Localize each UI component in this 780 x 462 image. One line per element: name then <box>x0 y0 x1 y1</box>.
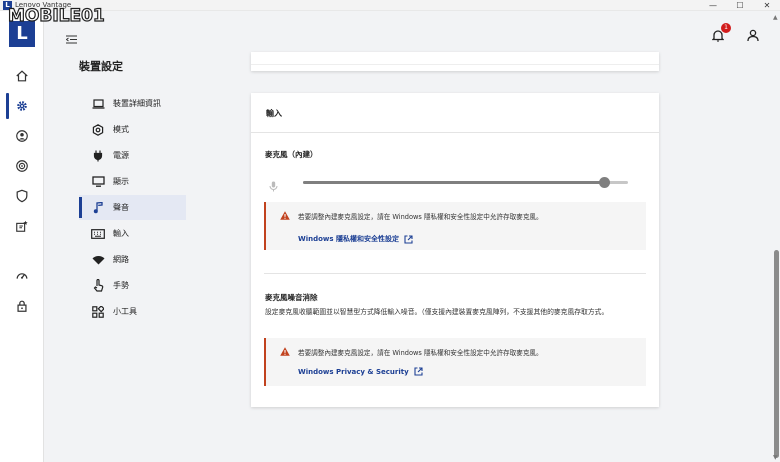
section-divider <box>264 273 646 274</box>
monitor-icon <box>83 176 113 187</box>
privacy-warning-2: 若要調整內建麥克風設定，請在 Windows 隱私權和安全性設定中允許存取麥克風… <box>264 338 646 386</box>
nav-item-label: 電源 <box>113 151 129 160</box>
watermark-logo: MOBILE01 <box>7 5 105 26</box>
nav-item-network[interactable]: 網路 <box>79 247 186 272</box>
microphone-volume-slider[interactable] <box>303 177 628 188</box>
nav-item-device-details[interactable]: 裝置詳細資訊 <box>79 91 186 116</box>
widgets-icon <box>83 305 113 318</box>
card-header: 輸入 <box>251 93 659 133</box>
nav-item-label: 裝置詳細資訊 <box>113 99 161 108</box>
notification-badge: 1 <box>721 23 731 33</box>
nav-item-label: 模式 <box>113 125 129 134</box>
warning-icon <box>280 211 290 220</box>
title-bar: L Lenovo Vantage — ☐ ✕ <box>0 0 780 11</box>
collapse-menu-icon <box>65 35 77 44</box>
plug-icon <box>83 150 113 162</box>
link-label: Windows 隱私權和安全性設定 <box>298 235 399 243</box>
nav-item-label: 聲音 <box>113 203 129 212</box>
page-title: 裝置設定 <box>79 60 123 73</box>
rail-apps[interactable] <box>0 213 44 239</box>
rail-account[interactable] <box>0 123 44 149</box>
scroll-down-arrow[interactable]: ▼ <box>773 454 778 461</box>
slider-thumb[interactable] <box>599 177 611 188</box>
external-link-icon <box>404 234 413 244</box>
nav-item-widgets[interactable]: 小工具 <box>79 299 186 324</box>
previous-card <box>251 52 659 71</box>
nav-item-label: 顯示 <box>113 177 129 186</box>
windows-privacy-security-link[interactable]: Windows Privacy & Security <box>298 367 423 376</box>
card-divider <box>251 64 659 65</box>
keyboard-icon <box>83 228 113 239</box>
nav-item-label: 輸入 <box>113 229 129 238</box>
rail-security[interactable] <box>0 183 44 209</box>
privacy-warning: 若要調整內建麥克風設定，請在 Windows 隱私權和安全性設定中允許存取麥克風… <box>264 202 646 250</box>
warning-text: 若要調整內建麥克風設定，請在 Windows 隱私權和安全性設定中允許存取麥克風… <box>298 349 543 357</box>
wifi-icon <box>83 255 113 265</box>
rail-device-settings[interactable] <box>0 93 44 119</box>
user-icon <box>747 29 759 42</box>
nav-item-label: 網路 <box>113 255 129 264</box>
collapse-menu-button[interactable] <box>65 29 77 48</box>
warning-icon <box>280 347 290 356</box>
nav-item-input[interactable]: 輸入 <box>79 221 186 246</box>
user-circle-icon <box>16 130 28 142</box>
card-title: 輸入 <box>266 109 282 118</box>
scroll-up-arrow[interactable]: ▲ <box>773 14 778 21</box>
warning-text: 若要調整內建麥克風設定，請在 Windows 隱私權和安全性設定中允許存取麥克風… <box>298 213 543 221</box>
input-settings-card: 輸入 麥克風（內建） 若要調整內建麥克風設定，請在 Windows 隱私權和安全… <box>251 93 659 407</box>
noise-cancellation-title: 麥克風噪音消除 <box>265 293 318 302</box>
user-account-button[interactable] <box>747 27 759 46</box>
close-button[interactable]: ✕ <box>760 0 774 11</box>
rail-lock[interactable] <box>0 293 44 319</box>
maximize-button[interactable]: ☐ <box>733 0 747 11</box>
radar-icon <box>16 160 28 172</box>
scrollbar-thumb[interactable] <box>774 250 779 458</box>
nav-item-display[interactable]: 顯示 <box>79 169 186 194</box>
speedometer-icon <box>16 273 28 279</box>
music-note-icon <box>83 201 113 214</box>
rail-dashboard[interactable] <box>0 263 44 289</box>
noise-cancellation-description: 設定麥克風收聽範圍並以智慧型方式降低輸入噪音。（僅支援內建裝置麥克風陣列，不支援… <box>265 308 609 316</box>
rail-home[interactable] <box>0 63 44 89</box>
nav-item-label: 小工具 <box>113 307 137 316</box>
hexagon-icon <box>83 123 113 136</box>
nav-item-modes[interactable]: 模式 <box>79 117 186 142</box>
apps-box-icon <box>16 220 28 232</box>
nav-item-label: 手勢 <box>113 281 129 290</box>
microphone-label: 麥克風（內建） <box>265 150 318 159</box>
nav-item-power[interactable]: 電源 <box>79 143 186 168</box>
link-label: Windows Privacy & Security <box>298 367 409 376</box>
external-link-icon <box>414 367 423 376</box>
hand-icon <box>83 279 113 292</box>
laptop-icon <box>83 98 113 109</box>
minimize-button[interactable]: — <box>706 0 720 11</box>
nav-item-sound[interactable]: 聲音 <box>79 195 186 220</box>
rail-performance[interactable] <box>0 153 44 179</box>
windows-privacy-link[interactable]: Windows 隱私權和安全性設定 <box>298 234 413 244</box>
microphone-icon <box>269 177 278 196</box>
nav-item-gestures[interactable]: 手勢 <box>79 273 186 298</box>
home-icon <box>16 70 28 82</box>
left-rail: L <box>0 11 44 462</box>
shield-icon <box>16 189 28 203</box>
lock-icon <box>17 300 27 312</box>
gear-icon <box>17 101 27 111</box>
slider-fill <box>303 181 606 184</box>
